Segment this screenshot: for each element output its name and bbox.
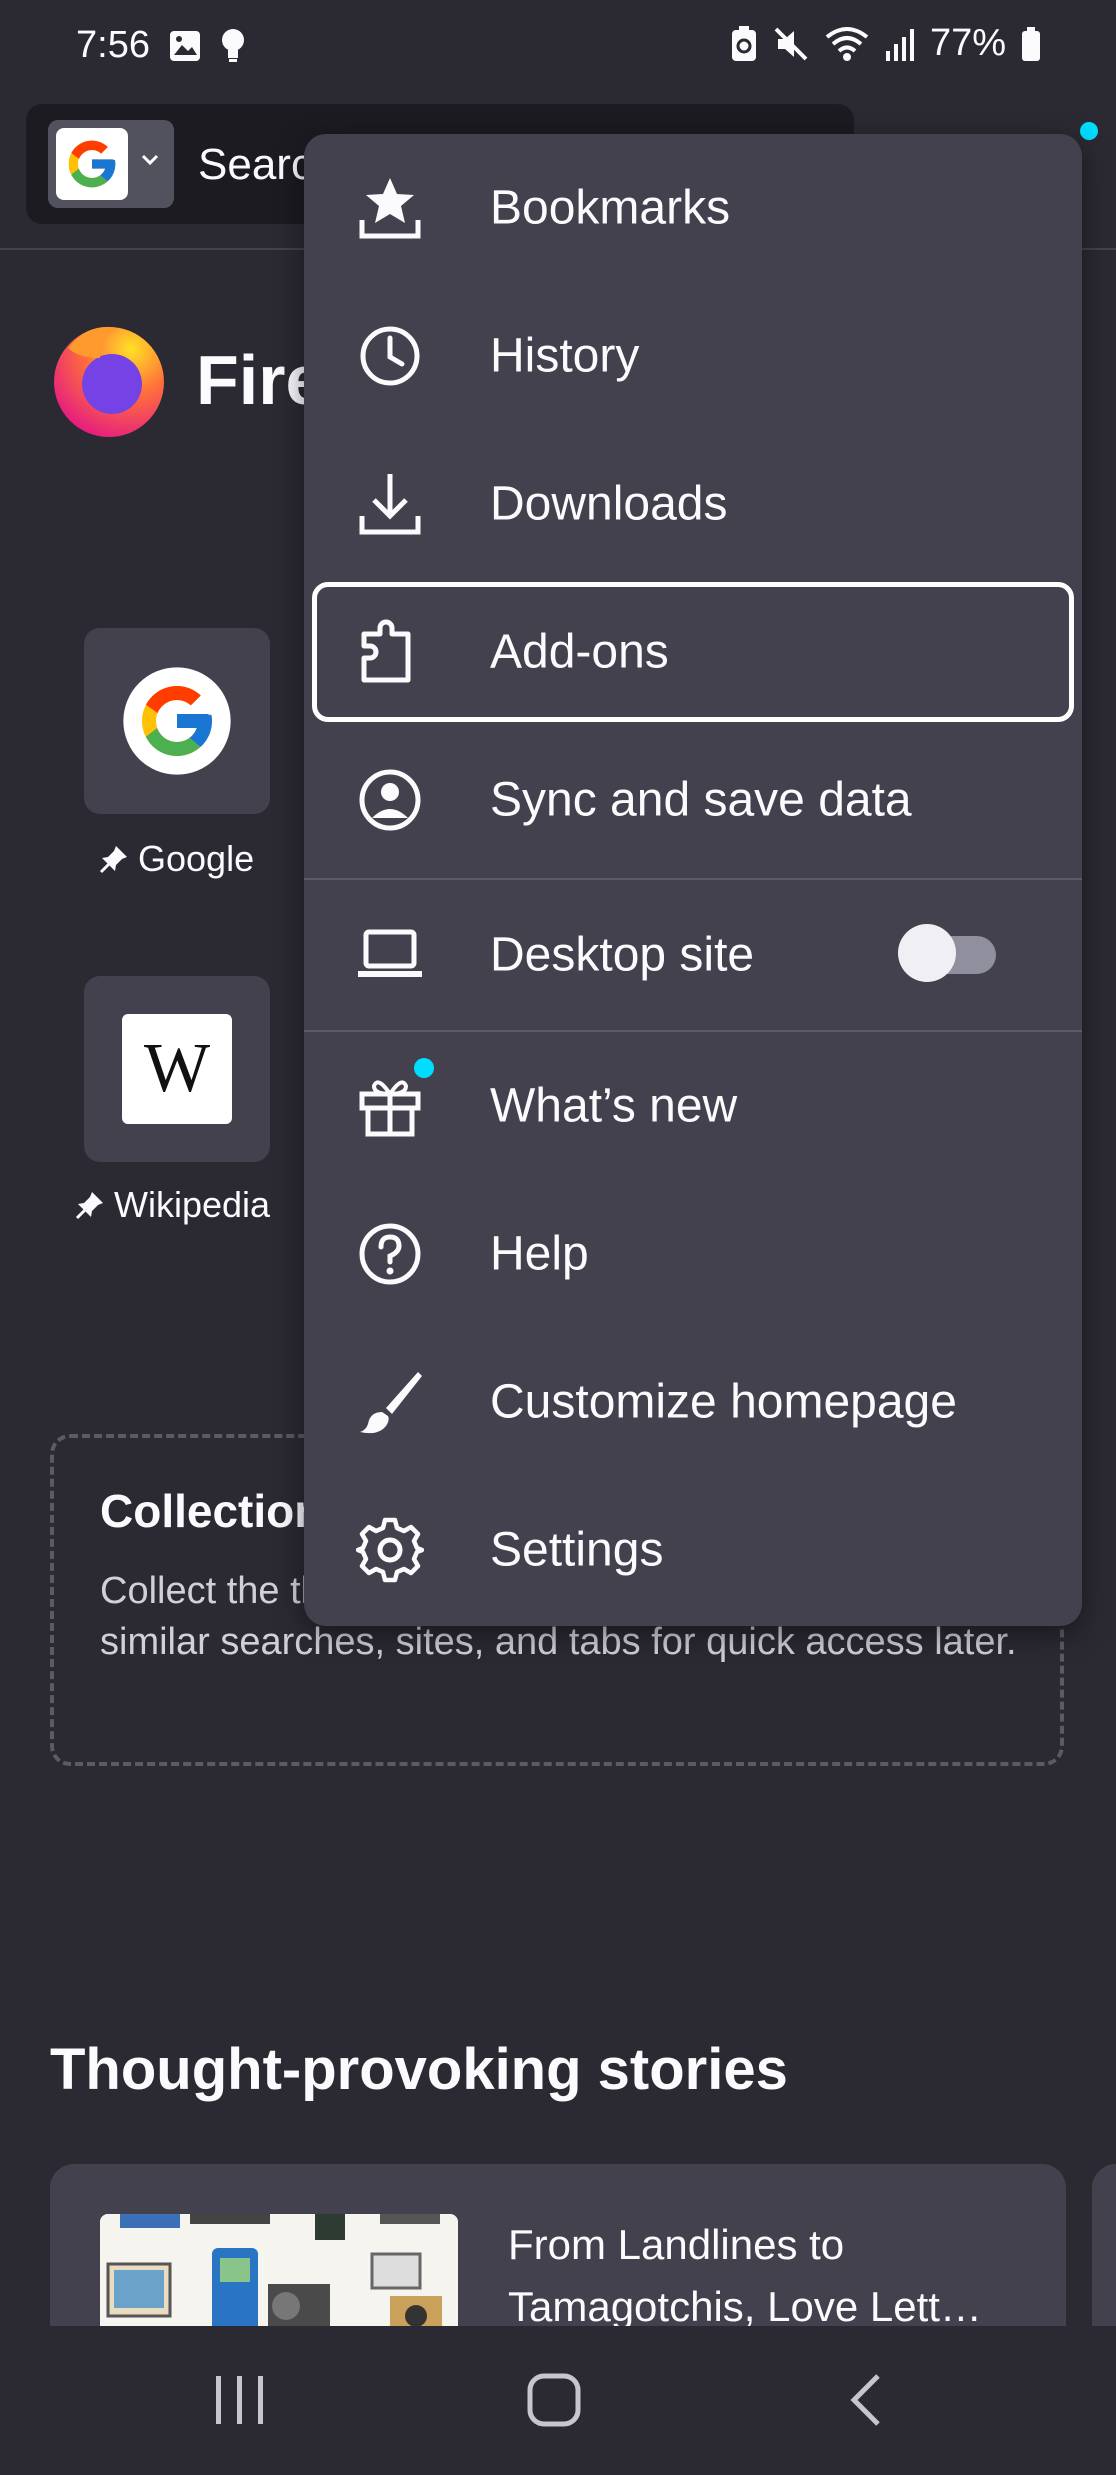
- menu-label-settings: Settings: [490, 1523, 664, 1577]
- gallery-notification-icon: [170, 31, 200, 61]
- back-icon[interactable]: [846, 2372, 886, 2428]
- menu-divider: [304, 878, 1082, 880]
- wikipedia-icon: W: [122, 1014, 232, 1124]
- mute-icon: [774, 27, 808, 60]
- status-system-icons: 77%: [730, 22, 1042, 65]
- battery-saver-icon: [731, 25, 756, 61]
- menu-label-customize-homepage: Customize homepage: [490, 1375, 957, 1429]
- addons-icon: [361, 619, 411, 683]
- menu-item-whats-new[interactable]: What’s new: [304, 1032, 1082, 1180]
- chevron-down-icon: [141, 154, 159, 166]
- shortcut-label-text: Wikipedia: [114, 1184, 271, 1225]
- shortcut-label-wikipedia: Wikipedia: [74, 1184, 270, 1226]
- menu-label-addons: Add-ons: [490, 625, 669, 679]
- whats-new-badge: [414, 1058, 434, 1078]
- shortcut-label-text: Google: [138, 838, 255, 879]
- history-icon: [360, 326, 420, 386]
- menu-label-bookmarks: Bookmarks: [490, 181, 731, 235]
- status-notification-icons: [168, 28, 246, 64]
- toggle-knob: [898, 924, 956, 982]
- menu-label-downloads: Downloads: [490, 477, 728, 531]
- menu-item-customize-homepage[interactable]: Customize homepage: [304, 1328, 1082, 1476]
- desktop-icon: [358, 929, 422, 977]
- google-engine-icon: [56, 128, 128, 200]
- status-time: 7:56: [76, 24, 150, 66]
- stories-heading: Thought-provoking stories: [50, 2037, 788, 2102]
- account-icon: [359, 769, 421, 831]
- menu-notification-dot: [1080, 122, 1098, 140]
- menu-item-sync[interactable]: Sync and save data: [304, 726, 1082, 874]
- shortcut-tile-google[interactable]: [84, 628, 270, 814]
- signal-icon: [885, 28, 914, 61]
- google-icon: [123, 667, 231, 775]
- shortcut-tile-wikipedia[interactable]: W: [84, 976, 270, 1162]
- menu-label-whats-new: What’s new: [490, 1079, 738, 1133]
- shortcut-label-google: Google: [98, 838, 254, 880]
- story-title: From Landlines to Tamagotchis, Love Lett…: [508, 2214, 1028, 2338]
- downloads-icon: [359, 474, 421, 535]
- menu-item-help[interactable]: Help: [304, 1180, 1082, 1328]
- overflow-menu: Bookmarks History Downloads Add-ons Sync…: [304, 134, 1082, 1626]
- menu-item-bookmarks[interactable]: Bookmarks: [304, 134, 1082, 282]
- home-icon[interactable]: [526, 2372, 582, 2428]
- menu-item-history[interactable]: History: [304, 282, 1082, 430]
- wifi-icon: [825, 26, 869, 61]
- menu-item-desktop-site[interactable]: Desktop site: [304, 882, 1082, 1028]
- menu-label-history: History: [490, 329, 640, 383]
- story-title-line1: From Landlines to: [508, 2221, 845, 2268]
- menu-item-addons[interactable]: Add-ons: [304, 578, 1082, 726]
- menu-label-sync: Sync and save data: [490, 773, 912, 827]
- firefox-logo-icon: [54, 326, 164, 437]
- menu-item-settings[interactable]: Settings: [304, 1476, 1082, 1624]
- battery-percentage: 77%: [929, 22, 1006, 64]
- battery-icon: [1022, 26, 1040, 61]
- recent-apps-icon[interactable]: [212, 2374, 268, 2426]
- gift-icon: [359, 1080, 421, 1137]
- status-bar: 7:56 77%: [0, 0, 1116, 100]
- menu-label-help: Help: [490, 1227, 589, 1281]
- menu-item-downloads[interactable]: Downloads: [304, 430, 1082, 578]
- help-icon: [359, 1223, 421, 1285]
- bulb-notification-icon: [222, 29, 244, 62]
- settings-icon: [356, 1517, 424, 1583]
- pin-icon: [99, 846, 127, 874]
- bookmarks-icon: [359, 178, 421, 239]
- system-navigation-bar: [0, 2326, 1116, 2475]
- brush-icon: [360, 1372, 422, 1434]
- pin-icon: [75, 1192, 103, 1220]
- desktop-site-toggle[interactable]: [898, 924, 998, 982]
- menu-label-desktop-site: Desktop site: [490, 928, 755, 982]
